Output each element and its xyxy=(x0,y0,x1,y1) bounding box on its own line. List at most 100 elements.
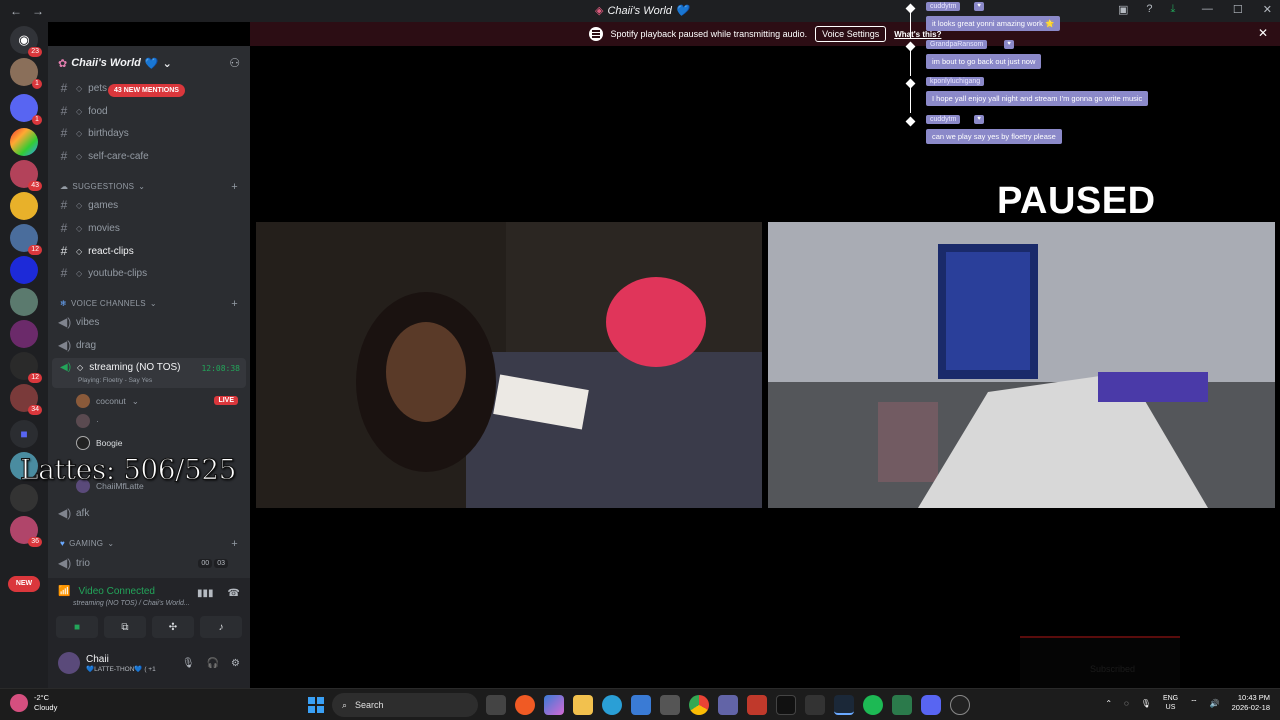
voice-settings-button[interactable]: Voice Settings xyxy=(815,26,887,42)
minimize-button[interactable]: — xyxy=(1202,3,1213,16)
voice-channel-afk[interactable]: ◀) afk xyxy=(58,504,240,522)
add-member-icon[interactable]: ⚇ xyxy=(229,56,240,70)
new-mentions-badge[interactable]: 43 NEW MENTIONS xyxy=(108,84,185,97)
file-explorer-icon[interactable] xyxy=(573,695,593,715)
back-icon[interactable]: ← xyxy=(10,4,22,18)
voice-channel-streaming[interactable]: ◀) ◇ streaming (NO TOS) Playing: Floetry -… xyxy=(52,358,246,388)
network-icon[interactable]: ◌ xyxy=(1124,699,1129,708)
message-line xyxy=(910,46,911,76)
brave-icon[interactable] xyxy=(515,695,535,715)
channel-react-clips[interactable]: # ◇ react-clips xyxy=(58,242,240,260)
maximize-button[interactable]: ☐ xyxy=(1233,3,1243,16)
server-icon-2[interactable]: 1 xyxy=(10,94,42,125)
channel-movies[interactable]: # ◇ movies xyxy=(58,219,240,237)
heart-icon: ♥ xyxy=(974,115,984,124)
voice-channel-trio[interactable]: ◀) trio 00 03 xyxy=(58,554,240,572)
taskbar-search[interactable]: ⌕ Search xyxy=(332,693,478,717)
chrome-icon[interactable] xyxy=(689,695,709,715)
edge-icon[interactable] xyxy=(602,695,622,715)
inbox-icon[interactable]: ▣ xyxy=(1118,3,1128,16)
message-line xyxy=(910,83,911,113)
channel-self-care-cafe[interactable]: # ◇ self-care-cafe xyxy=(58,147,240,165)
add-channel-icon[interactable]: + xyxy=(231,538,238,550)
server-icon-3[interactable] xyxy=(10,128,38,156)
forward-icon[interactable]: → xyxy=(32,4,44,18)
channel-food[interactable]: # ◇ food xyxy=(58,102,240,120)
server-icon-10[interactable]: 12 xyxy=(10,352,42,383)
channel-youtube-clips[interactable]: # ◇ youtube-clips xyxy=(58,264,240,282)
video-tile-right[interactable] xyxy=(768,222,1275,508)
voice-location[interactable]: streaming (NO TOS) / Chaii's World... xyxy=(73,600,190,607)
server-icon-6[interactable]: 12 xyxy=(10,224,42,255)
user-area[interactable]: Chaii 💙LATTE-THON💙 ( +1 xyxy=(58,652,156,674)
add-channel-icon[interactable]: + xyxy=(231,298,238,310)
mic-icon[interactable]: 🎙 xyxy=(182,658,195,669)
copilot-icon[interactable] xyxy=(544,695,564,715)
tray-overflow-icon[interactable]: ⌃ xyxy=(1105,699,1112,708)
server-header[interactable]: ✿ Chaii's World 💙 ⌄ ⚇ xyxy=(48,46,250,80)
server-icon-13[interactable] xyxy=(10,484,38,512)
banner-close-icon[interactable]: ✕ xyxy=(1258,26,1268,40)
soundboard-button[interactable]: ♪ xyxy=(200,616,242,638)
server-icon-5[interactable] xyxy=(10,192,38,220)
channel-games[interactable]: # ◇ games xyxy=(58,196,240,214)
folder-icon[interactable]: ■ xyxy=(10,420,38,448)
game-icon[interactable] xyxy=(747,695,767,715)
noise-icon[interactable]: ▮▮▮ xyxy=(197,588,214,599)
camera-button[interactable]: ■ xyxy=(56,616,98,638)
home-badge: 23 xyxy=(28,47,42,57)
store-icon[interactable] xyxy=(660,695,680,715)
help-icon[interactable]: ? xyxy=(1146,3,1152,16)
server-icon-14[interactable]: 36 xyxy=(10,516,42,547)
discord-home-icon[interactable]: ◉ 23 xyxy=(10,26,42,57)
clock[interactable]: 10:43 PM 2026-02-18 xyxy=(1232,693,1270,713)
teams-icon[interactable] xyxy=(718,695,738,715)
spotify-icon[interactable] xyxy=(863,695,883,715)
server-icon-1[interactable]: 1 xyxy=(10,58,42,89)
weather-widget[interactable]: -2°C Cloudy xyxy=(10,693,57,713)
screenshare-button[interactable]: ⧉ xyxy=(104,616,146,638)
avatar xyxy=(76,436,90,450)
channel-birthdays[interactable]: # ◇ birthdays xyxy=(58,124,240,142)
chat-username: kponlyluchigang xyxy=(926,77,985,86)
wifi-icon[interactable]: ⌔ xyxy=(1190,698,1198,708)
server-icon-7[interactable] xyxy=(10,256,38,284)
voice-user-2[interactable]: · xyxy=(76,413,99,429)
language-indicator[interactable]: ENG US xyxy=(1163,694,1178,712)
voice-channel-drag[interactable]: ◀) drag xyxy=(58,336,240,354)
voice-user-boogie[interactable]: Boogie xyxy=(76,435,122,451)
category-voice-channels[interactable]: ❄ VOICE CHANNELS ⌄ + xyxy=(60,298,238,310)
activities-button[interactable]: ✣ xyxy=(152,616,194,638)
new-pill[interactable]: NEW xyxy=(8,576,40,592)
category-suggestions[interactable]: ☁ SUGGESTIONS ⌄ + xyxy=(60,181,238,193)
hash-icon: # xyxy=(60,244,68,258)
voice-channel-vibes[interactable]: ◀) vibes xyxy=(58,313,240,331)
notes-icon[interactable] xyxy=(892,695,912,715)
server-icon-11[interactable]: 34 xyxy=(10,384,42,415)
category-gaming[interactable]: ♥ GAMING ⌄ + xyxy=(60,538,238,550)
server-icon-4[interactable]: 43 xyxy=(10,160,42,191)
visual-studio-icon[interactable] xyxy=(631,695,651,715)
discord-icon[interactable] xyxy=(921,695,941,715)
add-channel-icon[interactable]: + xyxy=(231,181,238,193)
volume-icon[interactable]: 🔊 xyxy=(1210,699,1220,708)
obs-icon[interactable] xyxy=(950,695,970,715)
gear-icon[interactable]: ⚙ xyxy=(231,658,240,669)
headphones-icon[interactable]: 🎧 xyxy=(207,658,219,669)
close-window-button[interactable]: ✕ xyxy=(1263,3,1272,16)
download-icon[interactable]: ⤓ xyxy=(1171,3,1176,16)
avatar xyxy=(58,652,80,674)
voice-user-coconut[interactable]: coconut ⌄ xyxy=(76,393,139,409)
disconnect-icon[interactable]: ☎ xyxy=(228,588,240,599)
task-view-icon[interactable] xyxy=(486,695,506,715)
voice-status-label[interactable]: Video Connected xyxy=(78,586,155,597)
steam-icon[interactable] xyxy=(834,695,854,715)
channel-label: youtube-clips xyxy=(88,267,148,279)
server-icon-8[interactable] xyxy=(10,288,38,316)
windows-start-icon[interactable] xyxy=(308,697,324,713)
server-icon-9[interactable] xyxy=(10,320,38,348)
video-tile-left[interactable] xyxy=(256,222,762,508)
mic-tray-icon[interactable]: 🎙 xyxy=(1141,699,1151,708)
capcut-icon[interactable] xyxy=(805,695,825,715)
tiktok-icon[interactable] xyxy=(776,695,796,715)
